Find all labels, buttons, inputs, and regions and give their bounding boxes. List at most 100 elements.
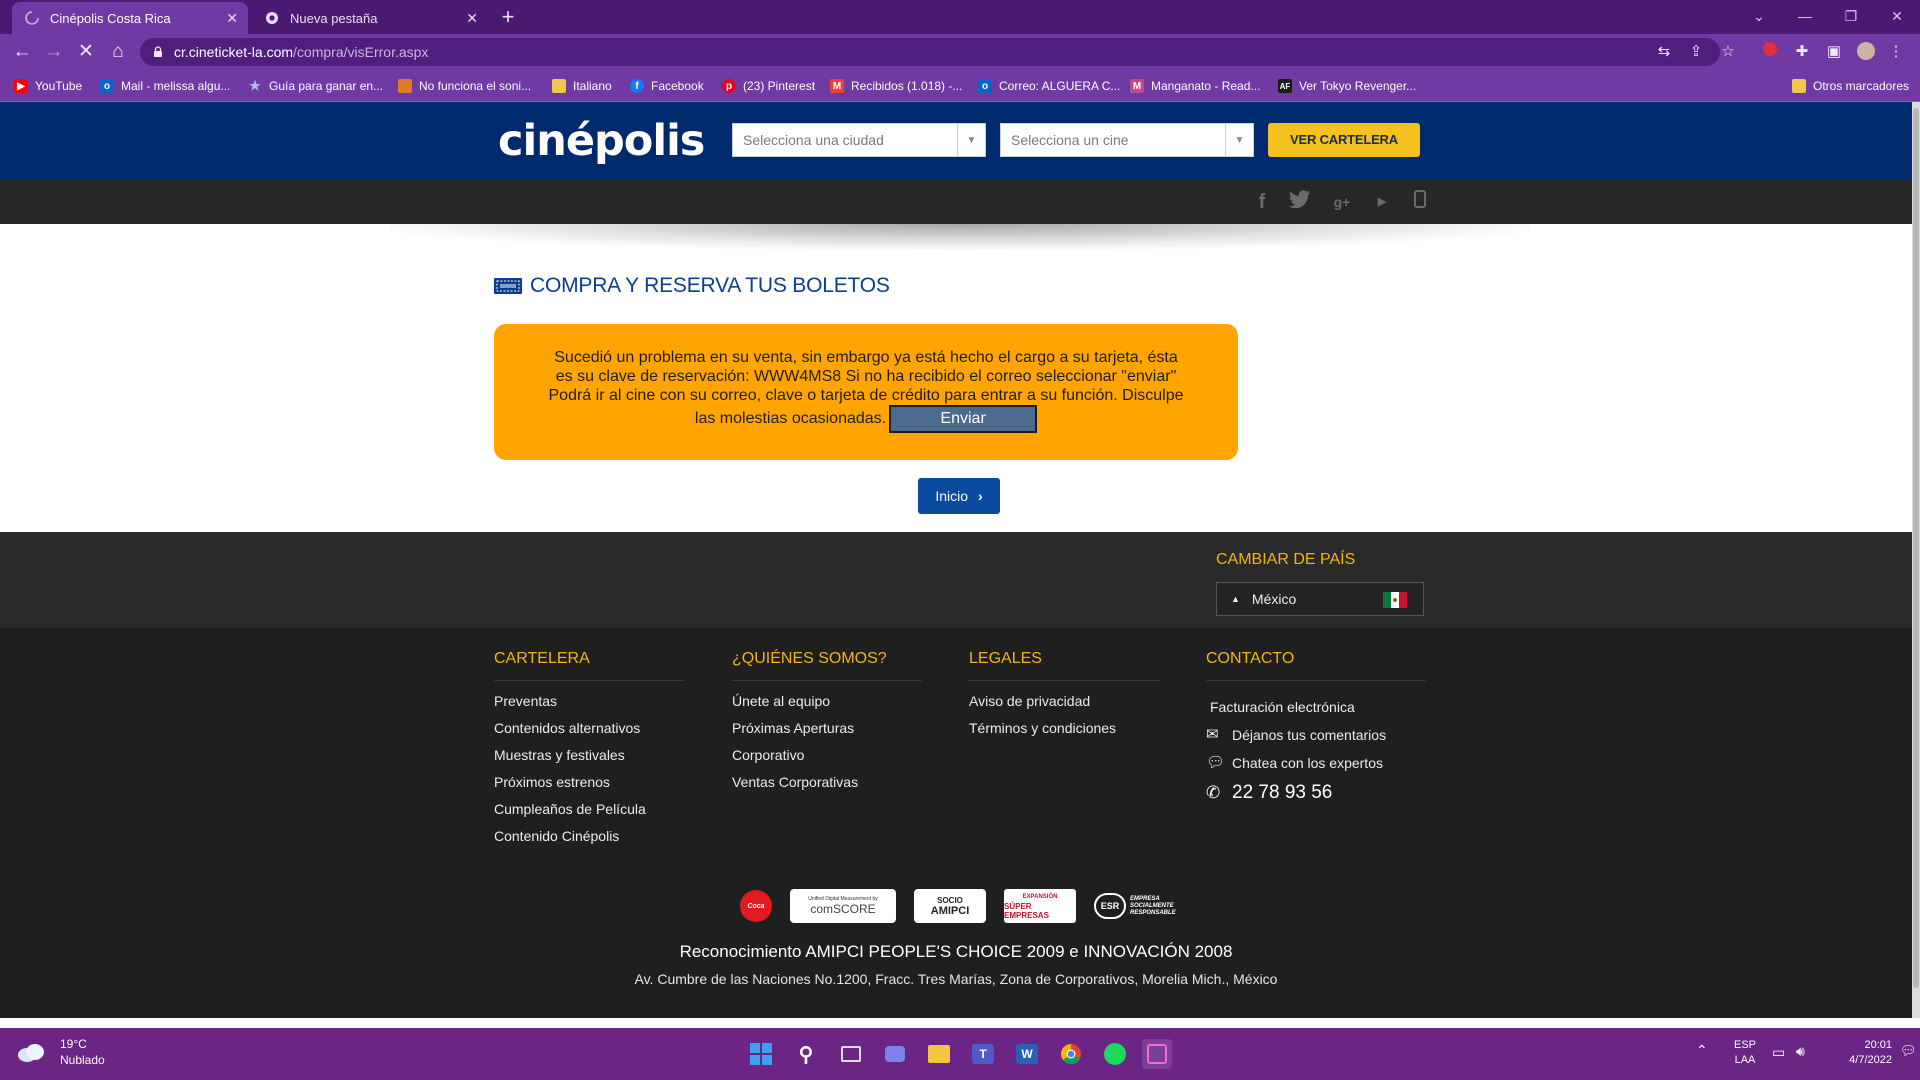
notifications-icon[interactable]: 💬︎	[1900, 1043, 1917, 1059]
city-select[interactable]: Selecciona una ciudad ▼	[732, 123, 986, 157]
footer-link[interactable]: Contenido Cinépolis	[494, 829, 684, 843]
ver-cartelera-button[interactable]: VER CARTELERA	[1268, 123, 1420, 157]
footer-link[interactable]: Contenidos alternativos	[494, 721, 684, 735]
close-tab-icon[interactable]: ✕	[466, 10, 478, 26]
volume-icon[interactable]: 🔊︎	[1796, 1043, 1805, 1060]
translate-icon[interactable]: ⇆	[1654, 42, 1674, 62]
side-panel-icon[interactable]: ▣	[1824, 42, 1844, 62]
spotify-icon[interactable]	[1100, 1039, 1130, 1069]
browser-toolbar: ← → ✕ ⌂ cr.cineticket-la.com/compra/visE…	[0, 34, 1920, 70]
bookmark-tokyo[interactable]: AF Ver Tokyo Revenger...	[1278, 77, 1416, 95]
address-bar[interactable]: cr.cineticket-la.com/compra/visError.asp…	[140, 38, 1720, 66]
windows-taskbar: 19°C Nublado ⚲ T W ⌃ ESP LAA ▭ 🔊︎ 20:01 4/…	[0, 1028, 1920, 1080]
enviar-button[interactable]: Enviar	[889, 405, 1038, 433]
page-scrollbar[interactable]	[1912, 102, 1920, 1018]
footer-link[interactable]: Preventas	[494, 694, 684, 708]
search-icon[interactable]: ⚲	[791, 1039, 821, 1069]
footer-link[interactable]: Corporativo	[732, 748, 922, 762]
bookmark-correo[interactable]: o Correo: ALGUERA C...	[978, 77, 1120, 95]
bookmark-italiano[interactable]: Italiano	[552, 77, 612, 95]
extension-alert-icon[interactable]	[1760, 42, 1780, 62]
new-tab-button[interactable]: +	[494, 6, 522, 30]
bookmark-facebook[interactable]: f Facebook	[630, 77, 704, 95]
close-tab-icon[interactable]: ✕	[226, 10, 238, 26]
word-icon[interactable]: W	[1012, 1039, 1042, 1069]
chevron-right-icon: ›	[977, 488, 983, 504]
change-country-title: CAMBIAR DE PAÍS	[1216, 551, 1356, 568]
mobile-icon[interactable]	[1408, 190, 1432, 214]
windows-start-icon[interactable]	[746, 1039, 776, 1069]
bookmark-star-icon[interactable]: ☆	[1718, 42, 1738, 62]
menu-icon[interactable]: ⋮	[1886, 42, 1906, 62]
url-path: /compra/visError.aspx	[293, 44, 429, 60]
footer-link[interactable]: Aviso de privacidad	[969, 694, 1159, 708]
social-bar: f g+ ▶	[0, 180, 1912, 224]
footer-link[interactable]: Próximas Aperturas	[732, 721, 922, 735]
share-icon[interactable]: ⇪	[1686, 42, 1706, 62]
network-icon[interactable]: ▭	[1772, 1044, 1785, 1061]
billing-link[interactable]: Facturación electrónica	[1206, 700, 1426, 714]
language-indicator[interactable]: ESP LAA	[1730, 1038, 1760, 1068]
cinema-select[interactable]: Selecciona un cine ▼	[1000, 123, 1254, 157]
footer-link[interactable]: Muestras y festivales	[494, 748, 684, 762]
tab-cinepolis[interactable]: Cinépolis Costa Rica ✕	[12, 2, 248, 34]
page-bottom-strip	[0, 1018, 1920, 1028]
bookmark-gmail[interactable]: M Recibidos (1.018) -...	[830, 77, 962, 95]
mexico-flag-icon	[1383, 592, 1407, 608]
footer-heading: ¿QUIÉNES SOMOS?	[732, 650, 922, 681]
youtube-icon[interactable]: ▶	[1370, 190, 1394, 214]
inicio-button[interactable]: Inicio ›	[918, 478, 1000, 514]
back-icon[interactable]: ←	[10, 40, 34, 64]
error-alert-box: Sucedió un problema en su venta, sin emb…	[494, 324, 1238, 460]
bookmark-youtube[interactable]: ▶ YouTube	[14, 77, 82, 95]
minimize-icon[interactable]: —	[1782, 4, 1828, 28]
phone-number[interactable]: ✆ 22 78 93 56	[1206, 782, 1426, 804]
profile-avatar[interactable]	[1856, 42, 1876, 62]
task-view-icon[interactable]	[836, 1039, 866, 1069]
chat-link[interactable]: 💬︎ Chatea con los expertos	[1206, 755, 1426, 770]
comments-link[interactable]: ✉ Déjanos tus comentarios	[1206, 727, 1426, 742]
bookmark-sonido[interactable]: No funciona el soni...	[398, 77, 531, 95]
outlook-icon: o	[978, 79, 992, 93]
footer-link[interactable]: Términos y condiciones	[969, 721, 1159, 735]
manga-icon: M	[1130, 79, 1144, 93]
footer-column-quienes-somos: ¿QUIÉNES SOMOS? Únete al equipo Próximas…	[732, 650, 922, 789]
bookmark-other[interactable]: Otros marcadores	[1792, 77, 1909, 95]
facebook-icon[interactable]: f	[1250, 190, 1274, 214]
cinepolis-logo[interactable]: cinépolis	[498, 116, 705, 166]
clock[interactable]: 20:01 4/7/2022	[1822, 1038, 1892, 1068]
weather-widget[interactable]: 19°C Nublado	[16, 1036, 105, 1068]
tab-new[interactable]: Nueva pestaña ✕	[252, 2, 488, 34]
bookmark-mail[interactable]: o Mail - melissa algu...	[100, 77, 230, 95]
show-hidden-icons[interactable]: ⌃	[1696, 1042, 1708, 1059]
extensions-icon[interactable]: ✚	[1792, 42, 1812, 62]
footer-link[interactable]: Próximos estrenos	[494, 775, 684, 789]
footer-link[interactable]: Cumpleaños de Película	[494, 802, 684, 816]
snipping-tool-icon[interactable]	[1142, 1039, 1172, 1069]
footer-link[interactable]: Ventas Corporativas	[732, 775, 922, 789]
tab-search-icon[interactable]: ⌄	[1736, 4, 1782, 28]
chat-app-icon[interactable]	[880, 1039, 910, 1069]
section-title: COMPRA Y RESERVA TUS BOLETOS	[494, 274, 890, 298]
bookmark-guia[interactable]: ★ Guía para ganar en...	[248, 77, 383, 95]
stop-loading-icon[interactable]: ✕	[74, 40, 98, 64]
file-explorer-icon[interactable]	[924, 1039, 954, 1069]
footer-heading: LEGALES	[969, 650, 1159, 681]
main-content: COMPRA Y RESERVA TUS BOLETOS Sucedió un …	[0, 224, 1912, 532]
teams-icon[interactable]: T	[968, 1039, 998, 1069]
forward-icon[interactable]: →	[42, 40, 66, 64]
bookmark-pinterest[interactable]: p (23) Pinterest	[722, 77, 815, 95]
footer-link[interactable]: Únete al equipo	[732, 694, 922, 708]
chrome-icon[interactable]	[1056, 1039, 1086, 1069]
gmail-icon: M	[830, 79, 844, 93]
scrollbar-thumb[interactable]	[1913, 108, 1919, 988]
twitter-icon[interactable]	[1288, 190, 1312, 214]
temperature: 19°C	[60, 1037, 87, 1051]
address-text: Av. Cumbre de las Naciones No.1200, Frac…	[634, 971, 1278, 987]
home-icon[interactable]: ⌂	[106, 40, 130, 64]
restore-icon[interactable]: ❐	[1828, 4, 1874, 28]
google-plus-icon[interactable]: g+	[1330, 190, 1354, 214]
country-select[interactable]: ▲ México	[1216, 582, 1424, 616]
close-window-icon[interactable]: ✕	[1874, 4, 1920, 28]
bookmark-manganato[interactable]: M Manganato - Read...	[1130, 77, 1260, 95]
